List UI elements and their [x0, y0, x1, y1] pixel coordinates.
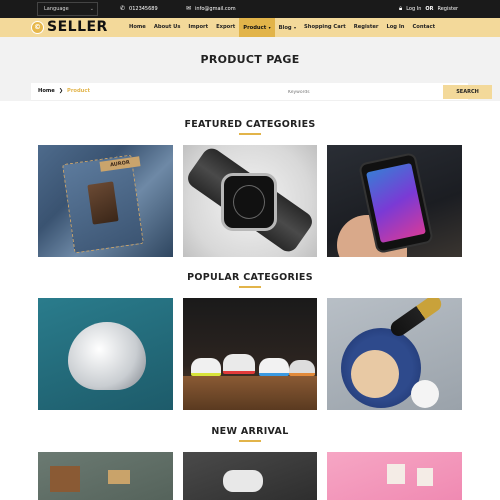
phone-icon: ✆ — [120, 5, 126, 12]
package-box-shape — [417, 468, 433, 486]
category-tile-cosmetics[interactable] — [327, 298, 462, 410]
category-tile-smartphone[interactable] — [327, 145, 462, 257]
site-logo[interactable]: © SELLER — [31, 19, 108, 35]
nav-item-export[interactable]: Export — [212, 18, 239, 37]
nav-item-about-us[interactable]: About Us — [150, 18, 185, 37]
phone-screen-shape — [366, 163, 426, 243]
powder-puff-shape — [351, 350, 399, 398]
phone-number: 012345689 — [129, 5, 158, 12]
watch-face-shape — [221, 173, 277, 231]
nav-item-blog-label: Blog — [278, 25, 292, 31]
category-tile-speaker[interactable] — [38, 298, 173, 410]
search-input[interactable] — [285, 85, 442, 99]
new-arrival-underline — [239, 440, 261, 442]
category-tile-jeans[interactable]: AUROR — [38, 145, 173, 257]
mail-icon: ✉ — [186, 5, 192, 12]
breadcrumb-current: Product — [67, 88, 90, 94]
login-link[interactable]: Log In — [406, 6, 421, 12]
nav-item-log-in[interactable]: Log In — [382, 18, 408, 37]
or-text: OR — [425, 6, 434, 12]
nav-menu: Home About Us Import Export Product ▾ Bl… — [125, 18, 439, 37]
search-button[interactable]: SEARCH — [443, 85, 492, 99]
package-box-shape — [387, 464, 405, 484]
nav-item-contact[interactable]: Contact — [408, 18, 439, 37]
main-navbar: © SELLER Home About Us Import Export Pro… — [0, 18, 500, 37]
leather-tag-shape — [87, 181, 119, 225]
caret-down-icon: ▾ — [292, 25, 297, 30]
nav-item-shopping-cart[interactable]: Shopping Cart — [300, 18, 350, 37]
cotton-pad-shape — [411, 380, 439, 408]
popular-underline — [239, 286, 261, 288]
makeup-brush-shape — [387, 298, 445, 340]
nav-item-home[interactable]: Home — [125, 18, 150, 37]
new-arrival-title: NEW ARRIVAL — [211, 426, 289, 437]
product-tile-accessories[interactable] — [38, 452, 173, 500]
phone-contact[interactable]: ✆ 012345689 — [120, 5, 158, 12]
category-tile-sneakers[interactable] — [183, 298, 317, 410]
category-tile-smartwatch[interactable] — [183, 145, 317, 257]
register-link[interactable]: Register — [437, 6, 458, 12]
chevron-down-icon: ⌄ — [89, 6, 94, 12]
product-tile-beauty-boxes[interactable] — [327, 452, 462, 500]
shelf-shape — [183, 376, 317, 410]
page-title: PRODUCT PAGE — [200, 53, 300, 66]
wallet-shape — [50, 466, 80, 492]
popular-categories-title: POPULAR CATEGORIES — [187, 272, 313, 283]
speaker-body-shape — [68, 322, 146, 390]
sneaker-shape — [223, 354, 255, 374]
email-address: info@gmail.com — [195, 5, 236, 12]
sneaker-shape — [289, 360, 315, 376]
shoe-shape — [223, 470, 263, 492]
nav-item-product-label: Product — [243, 25, 267, 31]
accessory-shape — [108, 470, 130, 484]
breadcrumb-home[interactable]: Home — [38, 88, 55, 94]
sneaker-shape — [259, 358, 289, 376]
email-contact[interactable]: ✉ info@gmail.com — [186, 5, 236, 12]
top-bar: Language ⌄ ✆ 012345689 ✉ info@gmail.com … — [0, 0, 500, 18]
breadcrumb: Home ❯ Product — [38, 88, 90, 94]
breadcrumb-search-bar: Home ❯ Product SEARCH — [31, 83, 492, 101]
account-links: 🔒︎ Log In OR Register — [399, 5, 458, 13]
nav-item-product[interactable]: Product ▾ — [239, 18, 275, 37]
lock-icon: 🔒︎ — [399, 5, 403, 12]
caret-down-icon: ▾ — [267, 25, 271, 30]
language-select[interactable]: Language ⌄ — [37, 2, 98, 16]
logo-mark: © — [31, 20, 44, 34]
featured-categories-title: FEATURED CATEGORIES — [184, 119, 316, 130]
nav-item-blog[interactable]: Blog ▾ — [275, 18, 300, 37]
nav-item-register[interactable]: Register — [350, 18, 383, 37]
chevron-right-icon: ❯ — [58, 88, 64, 94]
logo-text: SELLER — [47, 19, 108, 35]
sneaker-shape — [191, 358, 221, 376]
product-tile-shoes[interactable] — [183, 452, 317, 500]
language-select-label: Language — [44, 6, 69, 12]
watch-dial-shape — [233, 185, 265, 219]
featured-underline — [239, 133, 261, 135]
nav-item-import[interactable]: Import — [184, 18, 212, 37]
